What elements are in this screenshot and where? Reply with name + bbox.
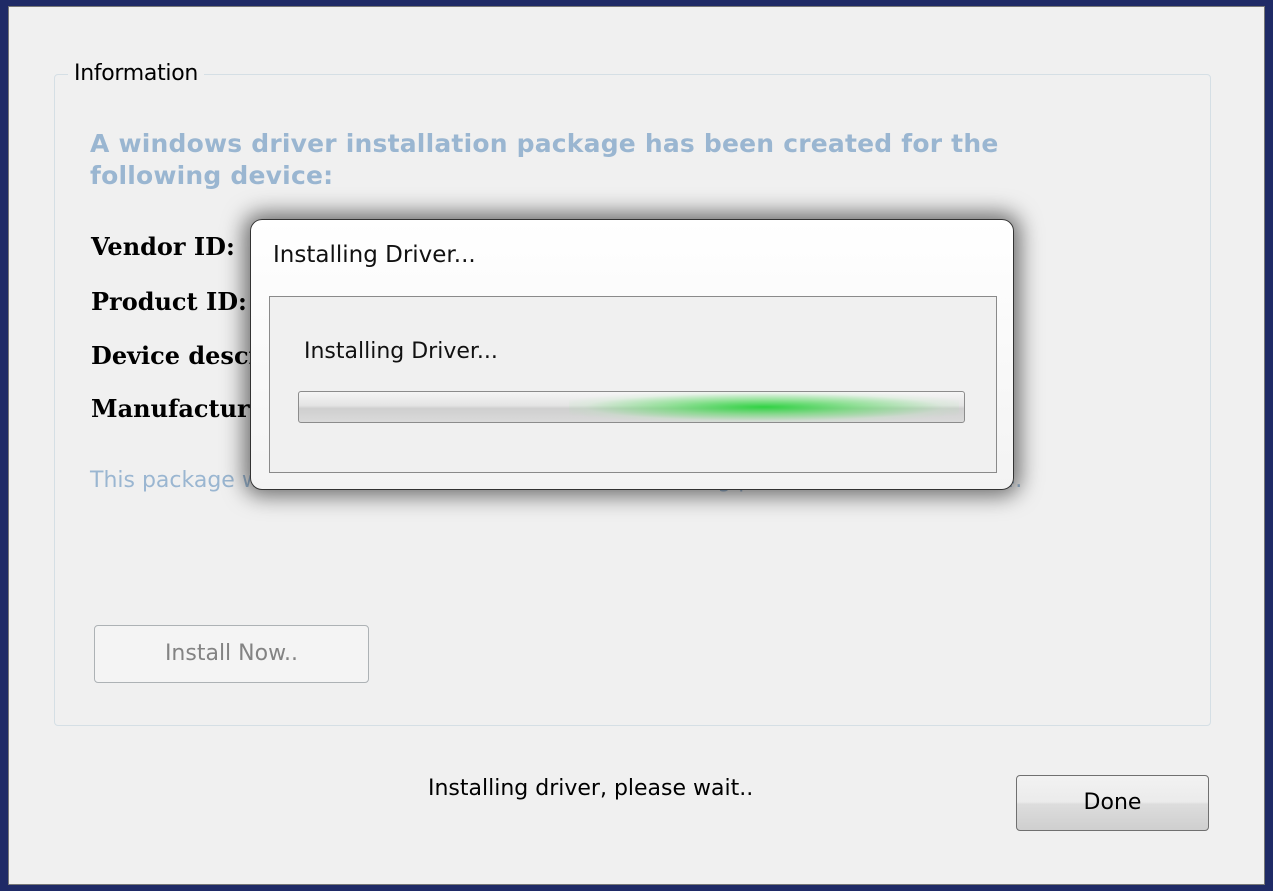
install-now-button[interactable]: Install Now.. — [94, 625, 369, 683]
dialog-message: Installing Driver... — [304, 339, 498, 364]
installing-driver-dialog: Installing Driver... Installing Driver..… — [250, 219, 1014, 490]
progress-marquee-glow — [569, 392, 959, 422]
installation-status-text: Installing driver, please wait.. — [428, 776, 754, 801]
dialog-title: Installing Driver... — [273, 242, 476, 268]
installation-progress-bar — [298, 391, 965, 423]
package-created-headline: A windows driver installation package ha… — [90, 129, 999, 190]
vendor-id-label: Vendor ID: — [91, 232, 235, 261]
dialog-content-panel: Installing Driver... — [269, 296, 997, 473]
done-button[interactable]: Done — [1016, 775, 1209, 831]
information-groupbox-legend: Information — [68, 61, 205, 86]
product-id-label: Product ID: — [91, 287, 247, 316]
